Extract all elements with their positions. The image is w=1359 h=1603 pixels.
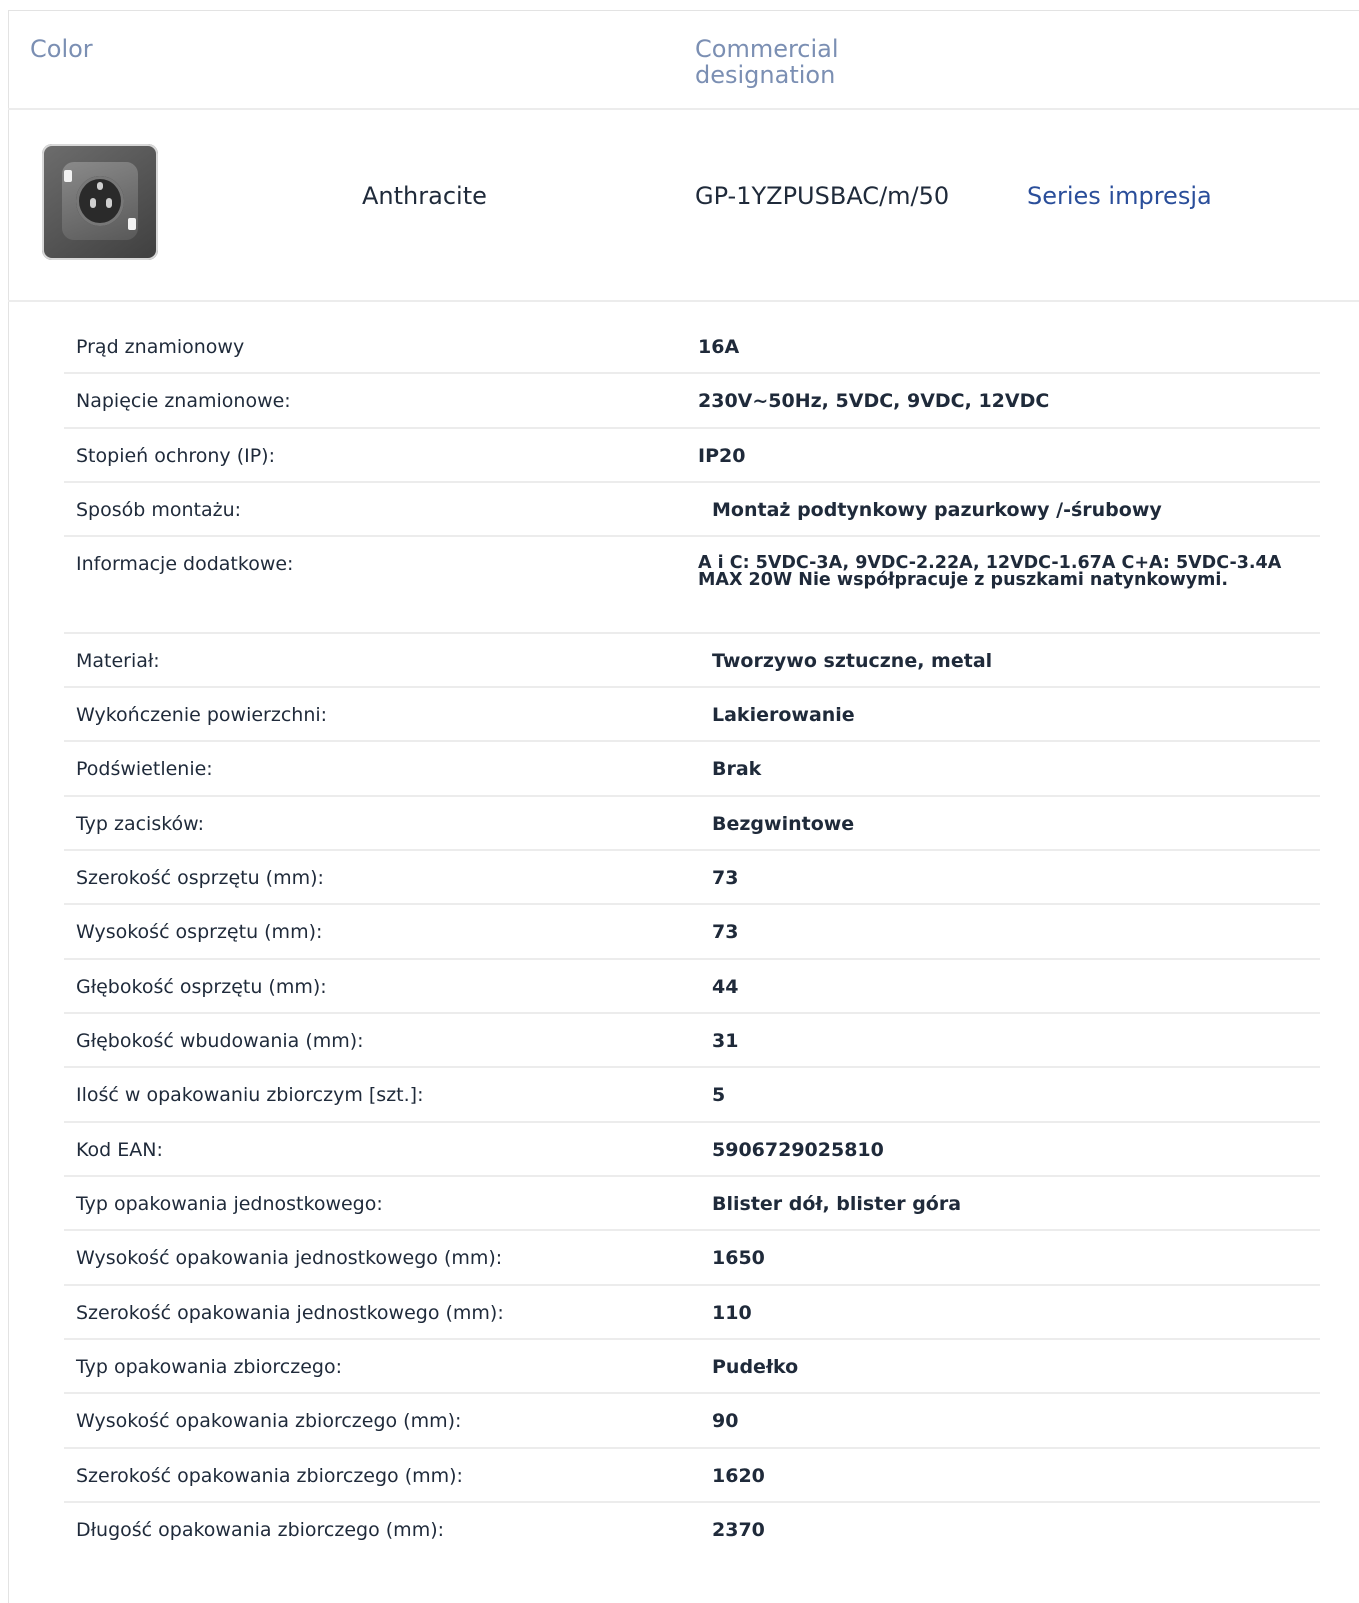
spec-label: Typ zacisków: — [76, 813, 205, 835]
spec-value: Bezgwintowe — [712, 813, 855, 835]
spec-row: Prąd znamionowy 16A — [64, 320, 1320, 374]
spec-row: Wysokość opakowania zbiorczego (mm): 90 — [64, 1394, 1320, 1449]
spec-value: Montaż podtynkowy pazurkowy /-śrubowy — [712, 499, 1162, 521]
spec-label: Głębokość osprzętu (mm): — [76, 976, 327, 998]
spec-label: Wykończenie powierzchni: — [76, 704, 328, 726]
spec-label: Długość opakowania zbiorczego (mm): — [76, 1519, 445, 1541]
socket-pin-left — [90, 198, 96, 208]
socket-earth-pin — [97, 182, 103, 190]
spec-value: 73 — [712, 921, 739, 943]
spec-label: Ilość w opakowaniu zbiorczym [szt.]: — [76, 1084, 424, 1106]
spec-label: Sposób montażu: — [76, 499, 242, 521]
spec-row: Głębokość osprzętu (mm): 44 — [64, 960, 1320, 1014]
spec-label: Prąd znamionowy — [76, 336, 245, 358]
spec-label: Szerokość opakowania zbiorczego (mm): — [76, 1465, 463, 1487]
spec-value: 31 — [712, 1030, 739, 1052]
spec-label: Szerokość osprzętu (mm): — [76, 867, 324, 889]
spec-row: Typ opakowania jednostkowego: Blister dó… — [64, 1177, 1320, 1231]
spec-value: Brak — [712, 758, 762, 780]
spec-value: Tworzywo sztuczne, metal — [712, 650, 993, 672]
spec-value: IP20 — [698, 445, 746, 467]
spec-row: Typ opakowania zbiorczego: Pudełko — [64, 1340, 1320, 1394]
spec-label: Głębokość wbudowania (mm): — [76, 1030, 364, 1052]
spec-value: A i C: 5VDC-3A, 9VDC-2.22A, 12VDC-1.67A … — [698, 553, 1282, 590]
spec-value: 2370 — [712, 1519, 765, 1541]
spec-label: Stopień ochrony (IP): — [76, 445, 275, 467]
socket-frame-shape — [62, 162, 138, 240]
spec-value: 5 — [712, 1084, 726, 1106]
series-link[interactable]: Series impresja — [1027, 182, 1212, 210]
spec-row: Kod EAN: 5906729025810 — [64, 1123, 1320, 1177]
spec-label: Typ opakowania jednostkowego: — [76, 1193, 383, 1215]
spec-row: Stopień ochrony (IP): IP20 — [64, 429, 1320, 483]
spec-value: 1650 — [712, 1247, 765, 1269]
spec-label: Informacje dodatkowe: — [76, 553, 294, 575]
spec-row: Długość opakowania zbiorczego (mm): 2370 — [64, 1503, 1320, 1557]
spec-row: Typ zacisków: Bezgwintowe — [64, 797, 1320, 851]
spec-row: Wysokość opakowania jednostkowego (mm): … — [64, 1231, 1320, 1286]
spec-value: 44 — [712, 976, 739, 998]
product-row: Anthracite GP-1YZPUSBAC/m/50 Series impr… — [8, 110, 1359, 302]
spec-label: Napięcie znamionowe: — [76, 390, 291, 412]
spec-label: Materiał: — [76, 650, 160, 672]
spec-row: Napięcie znamionowe: 230V~50Hz, 5VDC, 9V… — [64, 374, 1320, 429]
spec-row: Ilość w opakowaniu zbiorczym [szt.]: 5 — [64, 1068, 1320, 1123]
spec-row: Wykończenie powierzchni: Lakierowanie — [64, 688, 1320, 742]
table-header-row: Color Commercial designation — [8, 10, 1359, 110]
product-designation: GP-1YZPUSBAC/m/50 — [695, 182, 950, 210]
spec-value: Lakierowanie — [712, 704, 855, 726]
spec-value: 90 — [712, 1410, 739, 1432]
spec-value: 5906729025810 — [712, 1139, 884, 1161]
specifications-table: Prąd znamionowy 16A Napięcie znamionowe:… — [64, 320, 1320, 1557]
spec-value: 16A — [698, 336, 740, 358]
spec-row: Materiał: Tworzywo sztuczne, metal — [64, 634, 1320, 688]
spec-row: Podświetlenie: Brak — [64, 742, 1320, 797]
spec-value: 230V~50Hz, 5VDC, 9VDC, 12VDC — [698, 390, 1050, 412]
spec-row: Szerokość opakowania zbiorczego (mm): 16… — [64, 1449, 1320, 1503]
socket-face-shape — [76, 176, 124, 226]
spec-value: 73 — [712, 867, 739, 889]
spec-row: Informacje dodatkowe: A i C: 5VDC-3A, 9V… — [64, 537, 1320, 634]
column-header-color: Color — [30, 35, 93, 63]
spec-label: Wysokość osprzętu (mm): — [76, 921, 323, 943]
product-thumbnail[interactable] — [42, 144, 158, 260]
usb-port-c — [128, 218, 136, 230]
spec-row: Głębokość wbudowania (mm): 31 — [64, 1014, 1320, 1068]
spec-value: Pudełko — [712, 1356, 799, 1378]
spec-row: Wysokość osprzętu (mm): 73 — [64, 905, 1320, 960]
spec-label: Typ opakowania zbiorczego: — [76, 1356, 342, 1378]
spec-label: Szerokość opakowania jednostkowego (mm): — [76, 1302, 504, 1324]
spec-label: Kod EAN: — [76, 1139, 163, 1161]
spec-row: Sposób montażu: Montaż podtynkowy pazurk… — [64, 483, 1320, 537]
spec-value: 1620 — [712, 1465, 765, 1487]
spec-value: 110 — [712, 1302, 752, 1324]
spec-row: Szerokość opakowania jednostkowego (mm):… — [64, 1286, 1320, 1340]
spec-label: Wysokość opakowania jednostkowego (mm): — [76, 1247, 503, 1269]
spec-label: Podświetlenie: — [76, 758, 213, 780]
spec-label: Wysokość opakowania zbiorczego (mm): — [76, 1410, 462, 1432]
usb-port-a — [64, 170, 72, 182]
spec-row: Szerokość osprzętu (mm): 73 — [64, 851, 1320, 905]
column-header-commercial-designation: Commercial designation — [695, 35, 839, 89]
spec-value: Blister dół, blister góra — [712, 1193, 962, 1215]
product-color: Anthracite — [362, 182, 487, 210]
socket-pin-right — [106, 198, 112, 208]
